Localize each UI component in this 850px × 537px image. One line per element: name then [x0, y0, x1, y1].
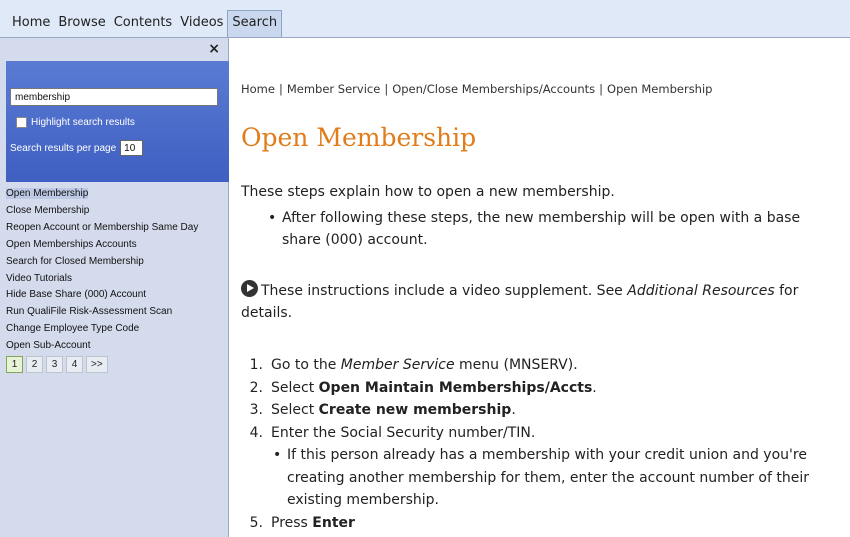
- breadcrumb-open-close[interactable]: Open/Close Memberships/Accounts: [392, 82, 595, 96]
- step-item: 4. Enter the Social Security number/TIN.: [241, 422, 846, 445]
- result-label: Open Membership: [6, 188, 89, 199]
- step-item: 1. Go to the Member Service menu (MNSERV)…: [241, 354, 846, 377]
- step-item: 5. Press Enter: [241, 512, 846, 535]
- step-strong: Open Maintain Memberships/Accts: [318, 379, 593, 396]
- step-number: 1.: [249, 357, 263, 373]
- search-input[interactable]: [10, 88, 218, 106]
- page-button-1[interactable]: 1: [6, 356, 23, 374]
- search-result-link[interactable]: Close Membership: [6, 203, 226, 220]
- close-icon[interactable]: ×: [208, 42, 220, 56]
- tab-search[interactable]: Search: [227, 10, 283, 37]
- search-result-link[interactable]: Reopen Account or Membership Same Day: [6, 220, 226, 237]
- search-panel: Highlight search results Search results …: [6, 61, 229, 182]
- bullet-dot: •: [268, 210, 277, 226]
- tab-home[interactable]: Home: [8, 15, 54, 37]
- breadcrumb-member-service[interactable]: Member Service: [287, 82, 380, 96]
- video-note-pre: These instructions include a video suppl…: [261, 283, 628, 299]
- search-result-link[interactable]: Open Memberships Accounts: [6, 237, 226, 254]
- highlight-checkbox[interactable]: [16, 117, 27, 128]
- result-label: Run QualiFile Risk-Assessment Scan: [6, 306, 173, 318]
- page-button-2[interactable]: 2: [26, 356, 43, 374]
- result-label: Open Sub-Account: [6, 340, 91, 352]
- steps-list: 1. Go to the Member Service menu (MNSERV)…: [241, 354, 846, 534]
- step-item: 3. Select Create new membership.: [241, 399, 846, 422]
- step-text: Go to the: [271, 357, 341, 373]
- step-text: Enter the Social Security number/TIN.: [271, 424, 536, 441]
- step-text: menu (MNSERV).: [454, 357, 578, 373]
- play-video-icon[interactable]: [241, 280, 258, 297]
- result-label: Open Memberships Accounts: [6, 238, 137, 250]
- step-text: Press: [271, 514, 313, 531]
- step-emphasis: Member Service: [340, 357, 455, 373]
- per-page-input[interactable]: [120, 140, 144, 156]
- step-strong: Enter: [312, 514, 355, 531]
- page-title: Open Membership: [241, 123, 477, 152]
- video-note: These instructions include a video suppl…: [241, 280, 841, 324]
- search-result-link[interactable]: Open Sub-Account: [6, 338, 226, 355]
- tab-browse[interactable]: Browse: [54, 15, 109, 37]
- highlight-label: Highlight search results: [31, 117, 135, 128]
- result-label: Video Tutorials: [6, 272, 72, 284]
- breadcrumb-separator: |: [278, 82, 283, 96]
- tab-videos[interactable]: Videos: [176, 15, 227, 37]
- topic-content: Home | Member Service | Open/Close Membershi…: [241, 38, 846, 537]
- per-page-label: Search results per page: [10, 142, 117, 154]
- highlight-option: Highlight search results: [16, 117, 135, 128]
- breadcrumb-separator: |: [599, 82, 604, 96]
- step-text: .: [592, 379, 597, 396]
- step-text: Select: [271, 379, 319, 396]
- results-per-page: Search results per page: [10, 140, 144, 156]
- step-text: Select: [271, 402, 319, 418]
- step-number: 3.: [249, 402, 263, 418]
- step-number: 2.: [249, 379, 263, 396]
- step-number: 5.: [249, 514, 263, 531]
- breadcrumb-separator: |: [384, 82, 389, 96]
- sub-bullet-text: If this person already has a membership …: [287, 447, 809, 508]
- search-result-link[interactable]: Open Membership: [6, 186, 226, 203]
- page-button-4[interactable]: 4: [66, 356, 83, 374]
- step-item: 2. Select Open Maintain Memberships/Accts…: [241, 377, 846, 400]
- additional-resources-ref: Additional Resources: [627, 283, 775, 299]
- result-label: Search for Closed Membership: [6, 255, 144, 267]
- search-sidebar: × Highlight search results Search result…: [0, 38, 229, 537]
- result-label: Hide Base Share (000) Account: [6, 289, 147, 301]
- breadcrumb: Home | Member Service | Open/Close Membershi…: [241, 82, 712, 96]
- tab-contents[interactable]: Contents: [110, 15, 176, 37]
- next-pages-button[interactable]: >>: [86, 356, 108, 374]
- search-result-link[interactable]: Change Employee Type Code: [6, 321, 226, 338]
- breadcrumb-home[interactable]: Home: [241, 82, 275, 96]
- bullet-item: • After following these steps, the new m…: [268, 207, 838, 251]
- sub-bullet-item: • If this person already has a membership…: [241, 444, 846, 512]
- search-result-link[interactable]: Video Tutorials: [6, 271, 226, 288]
- bullet-text: After following these steps, the new mem…: [282, 210, 801, 248]
- result-label: Reopen Account or Membership Same Day: [6, 221, 199, 233]
- result-label: Close Membership: [6, 204, 90, 216]
- breadcrumb-current: Open Membership: [607, 82, 713, 96]
- results-pager: 1 2 3 4 >>: [6, 356, 226, 374]
- result-label: Change Employee Type Code: [6, 323, 140, 335]
- top-navigation: Home Browse Contents Videos Search: [0, 0, 850, 38]
- search-result-link[interactable]: Search for Closed Membership: [6, 254, 226, 271]
- search-result-link[interactable]: Hide Base Share (000) Account: [6, 287, 226, 304]
- page-button-3[interactable]: 3: [46, 356, 63, 374]
- search-results: Open Membership Close Membership Reopen …: [6, 186, 226, 374]
- step-number: 4.: [249, 424, 263, 441]
- bullet-dot: •: [273, 447, 282, 463]
- search-result-link[interactable]: Run QualiFile Risk-Assessment Scan: [6, 304, 226, 321]
- intro-text: These steps explain how to open a new me…: [241, 184, 615, 200]
- step-strong: Create new membership: [318, 402, 512, 418]
- step-text: .: [511, 402, 516, 418]
